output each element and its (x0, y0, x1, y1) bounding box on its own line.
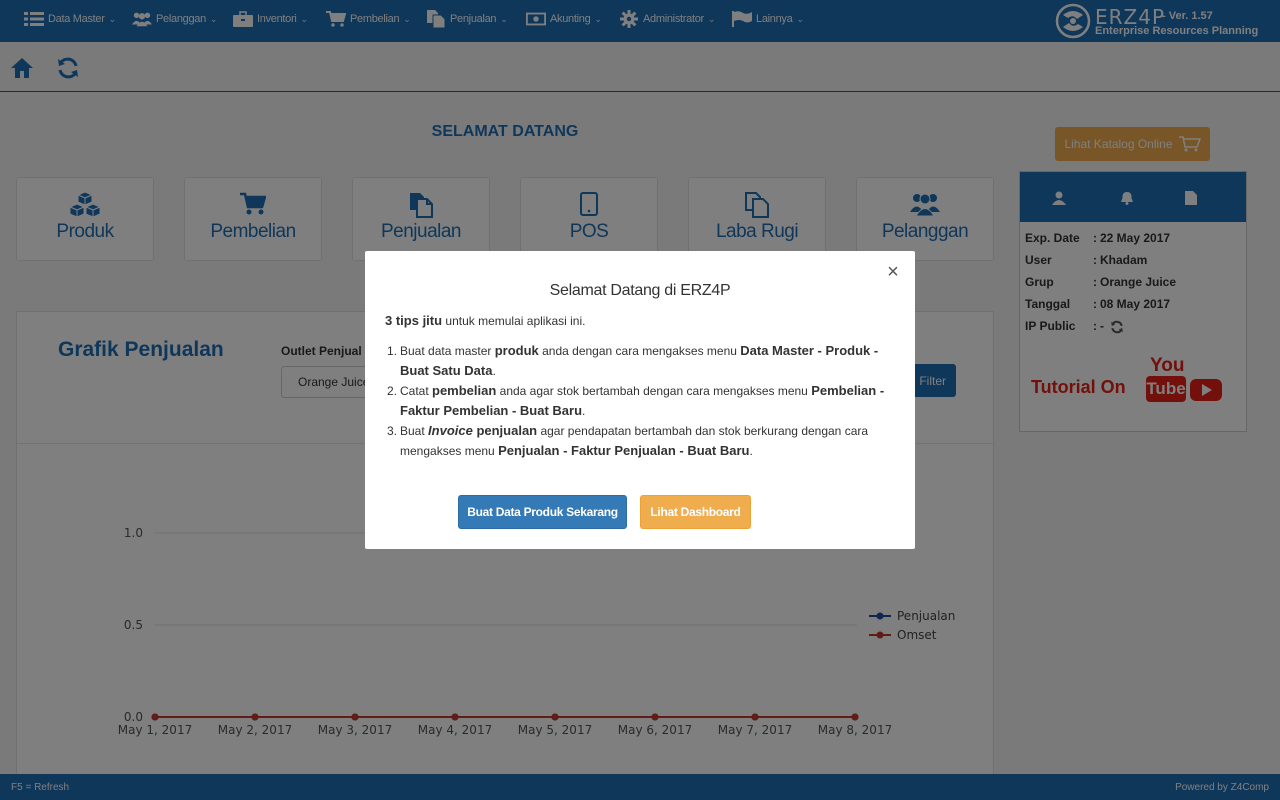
tip-menu-path: Penjualan - Faktur Penjualan - Buat Baru (498, 443, 750, 458)
create-product-button[interactable]: Buat Data Produk Sekarang (458, 495, 627, 529)
tip-text: . (749, 444, 753, 458)
tip-text: anda agar stok bertambah dengan cara men… (496, 384, 812, 398)
tip-item: 1. Buat data master produk anda dengan ca… (385, 341, 895, 381)
tip-text: Buat data master (400, 344, 495, 358)
tip-item: 2. Catat pembelian anda agar stok bertamb… (385, 381, 895, 421)
intro-bold: 3 tips jitu (385, 313, 443, 328)
tip-bold: pembelian (432, 383, 497, 398)
tip-item: 3. Buat Invoice penjualan agar pendapatan… (385, 421, 895, 461)
tip-bold-italic: Invoice (428, 423, 473, 438)
tip-bold: produk (494, 343, 539, 358)
tip-text: . (582, 404, 586, 418)
tip-text: Buat (400, 424, 429, 438)
intro-text: untuk memulai aplikasi ini. (445, 314, 586, 328)
tip-text: anda dengan cara mengakses menu (538, 344, 741, 358)
tip-bold: penjualan (472, 423, 538, 438)
modal-title: Selamat Datang di ERZ4P (549, 282, 731, 299)
tip-number: 2. (387, 384, 398, 398)
tip-text: Catat (400, 384, 433, 398)
view-dashboard-button[interactable]: Lihat Dashboard (640, 495, 751, 529)
close-icon[interactable]: × (884, 262, 902, 282)
modal-intro: 3 tips jitu untuk memulai aplikasi ini. (385, 313, 585, 328)
tips-list: 1. Buat data master produk anda dengan ca… (385, 341, 895, 461)
tip-number: 1. (387, 344, 398, 358)
tip-number: 3. (387, 424, 398, 438)
tip-text: . (492, 364, 496, 378)
welcome-modal: × Selamat Datang di ERZ4P 3 tips jitu un… (365, 251, 915, 549)
